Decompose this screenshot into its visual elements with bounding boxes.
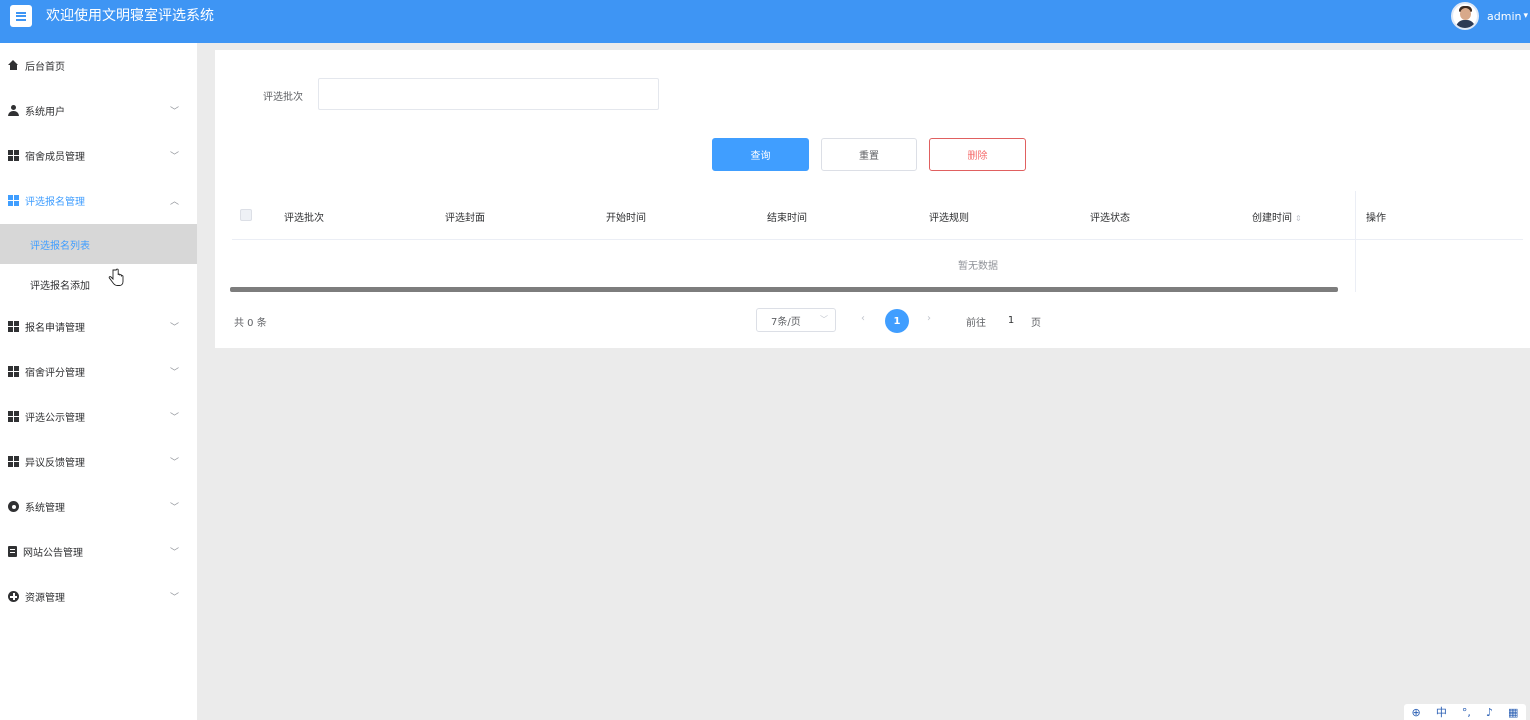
chevron-down-icon: ﹀ [169,413,179,423]
sidebar: 后台首页 系统用户 ﹀ 宿舍成员管理 ﹀ 评选报名管理 ︿ 评选报名列表 评选报… [0,43,197,720]
sidebar-item-publicity[interactable]: 评选公示管理 ﹀ [0,394,197,439]
total-count: 共 0 条 [234,318,267,329]
ime-logo-icon[interactable]: ⊕ [1412,706,1421,719]
page-size-select[interactable]: 7条/页 ﹀ [756,308,836,332]
header-divider [232,239,1522,240]
sidebar-item-label: 宿舍评分管理 [25,368,85,379]
sidebar-item-label: 评选报名管理 [25,197,85,208]
sidebar-subitem-signup-list[interactable]: 评选报名列表 [0,224,197,264]
sort-icon[interactable]: ⇕ [1295,214,1302,223]
goto-label: 前往 [966,318,986,329]
user-menu[interactable]: admin ▾ [1451,1,1528,31]
chevron-down-icon[interactable]: ▾ [1523,11,1528,21]
empty-state-text: 暂无数据 [958,261,998,272]
ime-toolbar[interactable]: ⊕ 中 °, ♪ ▦ [1404,704,1526,720]
header-divider [1356,239,1523,240]
grid-icon [8,195,19,206]
column-header: 评选批次 [284,213,324,224]
sidebar-subitem-signup-add[interactable]: 评选报名添加 [0,264,197,304]
delete-button[interactable]: 删除 [929,138,1026,171]
sidebar-subitem-label: 评选报名添加 [30,280,90,292]
grid-icon [8,366,19,377]
sidebar-item-label: 资源管理 [25,593,65,604]
user-icon [8,105,19,116]
grid-icon [8,456,19,467]
plus-circle-icon [8,591,19,602]
page-size-value: 7条/页 [771,316,801,328]
main-panel: 评选批次 查询 重置 删除 评选批次 评选封面 开始时间 结束时间 评选规则 评… [215,50,1530,348]
search-label: 评选批次 [263,92,303,103]
column-header: 评选规则 [929,213,969,224]
microphone-icon[interactable]: ♪ [1486,706,1493,719]
grid-icon [8,150,19,161]
goto-page-input[interactable] [994,308,1028,332]
ime-punctuation-icon[interactable]: °, [1462,706,1471,719]
query-button[interactable]: 查询 [712,138,809,171]
chevron-down-icon: ﹀ [169,107,179,117]
column-header: 结束时间 [767,213,807,224]
chevron-down-icon: ﹀ [169,368,179,378]
chevron-down-icon: ﹀ [169,152,179,162]
sidebar-item-label: 评选公示管理 [25,413,85,424]
ime-menu-icon[interactable]: ▦ [1508,706,1518,719]
next-page-button[interactable]: › [927,313,931,324]
chevron-down-icon: ﹀ [169,593,179,603]
hamburger-icon [16,11,26,21]
action-column: 操作 [1355,191,1523,292]
sidebar-item-system-admin[interactable]: 系统管理 ﹀ [0,484,197,529]
username[interactable]: admin [1487,10,1521,23]
sidebar-item-announcement[interactable]: 网站公告管理 ﹀ [0,529,197,574]
sidebar-item-application[interactable]: 报名申请管理 ﹀ [0,304,197,349]
chevron-down-icon: ﹀ [169,548,179,558]
column-header: 开始时间 [606,213,646,224]
menu-toggle-button[interactable] [10,5,32,27]
sidebar-item-dorm-members[interactable]: 宿舍成员管理 ﹀ [0,133,197,178]
sidebar-item-objection[interactable]: 异议反馈管理 ﹀ [0,439,197,484]
avatar[interactable] [1451,2,1479,30]
gear-icon [8,501,19,512]
chevron-down-icon: ﹀ [820,315,828,324]
sidebar-item-label: 系统用户 [25,107,65,118]
hand-cursor-icon [108,268,124,286]
sidebar-item-home[interactable]: 后台首页 [0,43,197,88]
sidebar-item-label: 网站公告管理 [23,548,83,559]
sidebar-subitem-label: 评选报名列表 [30,240,90,252]
ime-language-icon[interactable]: 中 [1436,704,1447,720]
column-header: 评选状态 [1090,213,1130,224]
sidebar-item-system-users[interactable]: 系统用户 ﹀ [0,88,197,133]
column-header-actions: 操作 [1366,213,1386,224]
chevron-up-icon: ︿ [169,197,179,207]
document-icon [8,546,17,557]
horizontal-scrollbar[interactable] [230,287,1338,292]
column-header: 评选封面 [445,213,485,224]
app-title: 欢迎使用文明寝室评选系统 [46,8,214,24]
sidebar-item-resources[interactable]: 资源管理 ﹀ [0,574,197,619]
chevron-down-icon: ﹀ [169,323,179,333]
column-header-sortable[interactable]: 创建时间 ⇕ [1252,209,1302,224]
prev-page-button[interactable]: ‹ [861,313,865,324]
page-number-current[interactable]: 1 [885,309,909,333]
chevron-down-icon: ﹀ [169,503,179,513]
reset-button[interactable]: 重置 [821,138,917,171]
sidebar-item-label: 宿舍成员管理 [25,152,85,163]
column-header-label: 创建时间 [1252,213,1292,224]
sidebar-item-dorm-scoring[interactable]: 宿舍评分管理 ﹀ [0,349,197,394]
page-unit-label: 页 [1031,318,1041,329]
grid-icon [8,321,19,332]
data-table: 评选批次 评选封面 开始时间 结束时间 评选规则 评选状态 创建时间 ⇕ 暂无数据… [230,191,1523,292]
batch-search-input[interactable] [318,78,659,110]
sidebar-item-label: 后台首页 [25,62,65,73]
top-header: 欢迎使用文明寝室评选系统 admin ▾ [0,0,1530,43]
home-icon [8,60,19,71]
chevron-down-icon: ﹀ [169,458,179,468]
sidebar-item-label: 异议反馈管理 [25,458,85,469]
grid-icon [8,411,19,422]
sidebar-item-selection-signup[interactable]: 评选报名管理 ︿ [0,178,197,223]
sidebar-item-label: 系统管理 [25,503,65,514]
sidebar-item-label: 报名申请管理 [25,323,85,334]
select-all-checkbox[interactable] [240,209,252,221]
